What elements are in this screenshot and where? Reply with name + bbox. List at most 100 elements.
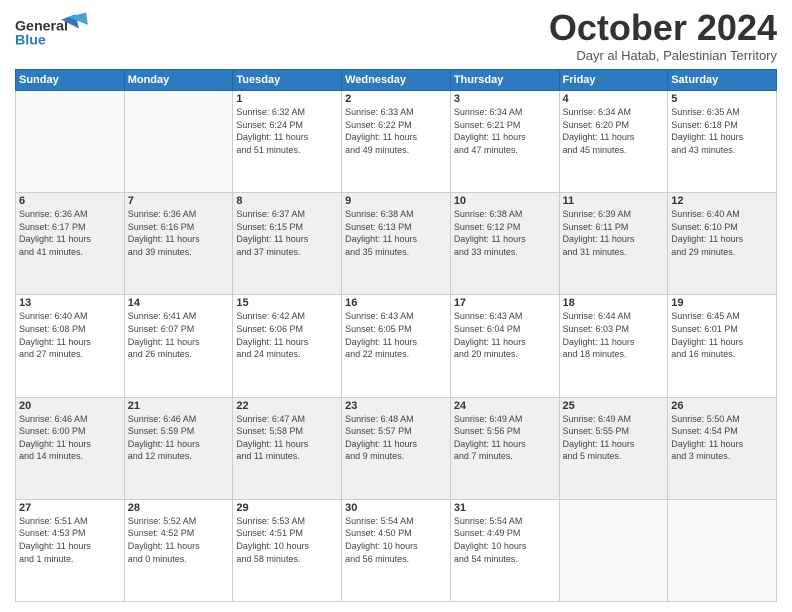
day-info: Sunrise: 6:48 AM Sunset: 5:57 PM Dayligh… [345,413,447,463]
day-number: 14 [128,297,230,309]
day-info: Sunrise: 5:53 AM Sunset: 4:51 PM Dayligh… [236,515,338,565]
table-row: 9Sunrise: 6:38 AM Sunset: 6:13 PM Daylig… [342,193,451,295]
day-info: Sunrise: 6:41 AM Sunset: 6:07 PM Dayligh… [128,310,230,360]
day-info: Sunrise: 6:45 AM Sunset: 6:01 PM Dayligh… [671,310,773,360]
table-row: 14Sunrise: 6:41 AM Sunset: 6:07 PM Dayli… [124,295,233,397]
day-info: Sunrise: 6:38 AM Sunset: 6:13 PM Dayligh… [345,208,447,258]
day-number: 13 [19,297,121,309]
table-row: 2Sunrise: 6:33 AM Sunset: 6:22 PM Daylig… [342,91,451,193]
day-info: Sunrise: 6:35 AM Sunset: 6:18 PM Dayligh… [671,106,773,156]
day-number: 9 [345,195,447,207]
svg-text:Blue: Blue [15,33,46,49]
week-row: 27Sunrise: 5:51 AM Sunset: 4:53 PM Dayli… [16,499,777,601]
day-info: Sunrise: 5:54 AM Sunset: 4:50 PM Dayligh… [345,515,447,565]
day-info: Sunrise: 6:47 AM Sunset: 5:58 PM Dayligh… [236,413,338,463]
day-number: 16 [345,297,447,309]
day-number: 29 [236,502,338,514]
table-row: 24Sunrise: 6:49 AM Sunset: 5:56 PM Dayli… [450,397,559,499]
table-row: 29Sunrise: 5:53 AM Sunset: 4:51 PM Dayli… [233,499,342,601]
table-row [124,91,233,193]
day-info: Sunrise: 6:34 AM Sunset: 6:21 PM Dayligh… [454,106,556,156]
day-number: 7 [128,195,230,207]
day-info: Sunrise: 6:34 AM Sunset: 6:20 PM Dayligh… [563,106,665,156]
day-number: 6 [19,195,121,207]
table-row: 11Sunrise: 6:39 AM Sunset: 6:11 PM Dayli… [559,193,668,295]
day-number: 5 [671,93,773,105]
table-row: 31Sunrise: 5:54 AM Sunset: 4:49 PM Dayli… [450,499,559,601]
table-row: 3Sunrise: 6:34 AM Sunset: 6:21 PM Daylig… [450,91,559,193]
day-info: Sunrise: 6:46 AM Sunset: 6:00 PM Dayligh… [19,413,121,463]
day-info: Sunrise: 5:54 AM Sunset: 4:49 PM Dayligh… [454,515,556,565]
table-row: 21Sunrise: 6:46 AM Sunset: 5:59 PM Dayli… [124,397,233,499]
day-info: Sunrise: 6:44 AM Sunset: 6:03 PM Dayligh… [563,310,665,360]
day-number: 12 [671,195,773,207]
day-info: Sunrise: 6:49 AM Sunset: 5:55 PM Dayligh… [563,413,665,463]
table-row: 6Sunrise: 6:36 AM Sunset: 6:17 PM Daylig… [16,193,125,295]
day-number: 18 [563,297,665,309]
day-number: 30 [345,502,447,514]
week-row: 20Sunrise: 6:46 AM Sunset: 6:00 PM Dayli… [16,397,777,499]
col-thursday: Thursday [450,70,559,91]
header-row: Sunday Monday Tuesday Wednesday Thursday… [16,70,777,91]
day-info: Sunrise: 6:40 AM Sunset: 6:08 PM Dayligh… [19,310,121,360]
day-number: 20 [19,400,121,412]
col-friday: Friday [559,70,668,91]
day-number: 1 [236,93,338,105]
table-row: 25Sunrise: 6:49 AM Sunset: 5:55 PM Dayli… [559,397,668,499]
day-number: 26 [671,400,773,412]
day-number: 28 [128,502,230,514]
title-area: October 2024 Dayr al Hatab, Palestinian … [549,10,777,63]
day-info: Sunrise: 6:36 AM Sunset: 6:16 PM Dayligh… [128,208,230,258]
col-monday: Monday [124,70,233,91]
day-number: 23 [345,400,447,412]
day-number: 15 [236,297,338,309]
table-row: 30Sunrise: 5:54 AM Sunset: 4:50 PM Dayli… [342,499,451,601]
table-row: 8Sunrise: 6:37 AM Sunset: 6:15 PM Daylig… [233,193,342,295]
table-row: 23Sunrise: 6:48 AM Sunset: 5:57 PM Dayli… [342,397,451,499]
location-subtitle: Dayr al Hatab, Palestinian Territory [549,48,777,63]
logo-svg: General Blue [15,10,95,55]
day-info: Sunrise: 6:38 AM Sunset: 6:12 PM Dayligh… [454,208,556,258]
day-info: Sunrise: 6:39 AM Sunset: 6:11 PM Dayligh… [563,208,665,258]
week-row: 6Sunrise: 6:36 AM Sunset: 6:17 PM Daylig… [16,193,777,295]
day-number: 2 [345,93,447,105]
table-row: 20Sunrise: 6:46 AM Sunset: 6:00 PM Dayli… [16,397,125,499]
col-tuesday: Tuesday [233,70,342,91]
day-info: Sunrise: 5:50 AM Sunset: 4:54 PM Dayligh… [671,413,773,463]
day-info: Sunrise: 6:42 AM Sunset: 6:06 PM Dayligh… [236,310,338,360]
week-row: 1Sunrise: 6:32 AM Sunset: 6:24 PM Daylig… [16,91,777,193]
table-row: 16Sunrise: 6:43 AM Sunset: 6:05 PM Dayli… [342,295,451,397]
day-number: 25 [563,400,665,412]
week-row: 13Sunrise: 6:40 AM Sunset: 6:08 PM Dayli… [16,295,777,397]
day-info: Sunrise: 6:37 AM Sunset: 6:15 PM Dayligh… [236,208,338,258]
table-row: 19Sunrise: 6:45 AM Sunset: 6:01 PM Dayli… [668,295,777,397]
month-title: October 2024 [549,10,777,46]
day-info: Sunrise: 6:46 AM Sunset: 5:59 PM Dayligh… [128,413,230,463]
day-number: 10 [454,195,556,207]
day-number: 22 [236,400,338,412]
table-row: 28Sunrise: 5:52 AM Sunset: 4:52 PM Dayli… [124,499,233,601]
table-row: 5Sunrise: 6:35 AM Sunset: 6:18 PM Daylig… [668,91,777,193]
day-number: 31 [454,502,556,514]
day-number: 11 [563,195,665,207]
day-number: 27 [19,502,121,514]
day-number: 3 [454,93,556,105]
calendar-table: Sunday Monday Tuesday Wednesday Thursday… [15,69,777,602]
day-info: Sunrise: 6:32 AM Sunset: 6:24 PM Dayligh… [236,106,338,156]
day-info: Sunrise: 6:43 AM Sunset: 6:05 PM Dayligh… [345,310,447,360]
col-wednesday: Wednesday [342,70,451,91]
table-row: 27Sunrise: 5:51 AM Sunset: 4:53 PM Dayli… [16,499,125,601]
day-number: 19 [671,297,773,309]
table-row: 4Sunrise: 6:34 AM Sunset: 6:20 PM Daylig… [559,91,668,193]
table-row: 1Sunrise: 6:32 AM Sunset: 6:24 PM Daylig… [233,91,342,193]
table-row: 7Sunrise: 6:36 AM Sunset: 6:16 PM Daylig… [124,193,233,295]
day-info: Sunrise: 5:51 AM Sunset: 4:53 PM Dayligh… [19,515,121,565]
day-info: Sunrise: 6:33 AM Sunset: 6:22 PM Dayligh… [345,106,447,156]
table-row [16,91,125,193]
day-number: 4 [563,93,665,105]
table-row: 18Sunrise: 6:44 AM Sunset: 6:03 PM Dayli… [559,295,668,397]
table-row [668,499,777,601]
day-info: Sunrise: 6:43 AM Sunset: 6:04 PM Dayligh… [454,310,556,360]
day-number: 21 [128,400,230,412]
day-info: Sunrise: 6:36 AM Sunset: 6:17 PM Dayligh… [19,208,121,258]
